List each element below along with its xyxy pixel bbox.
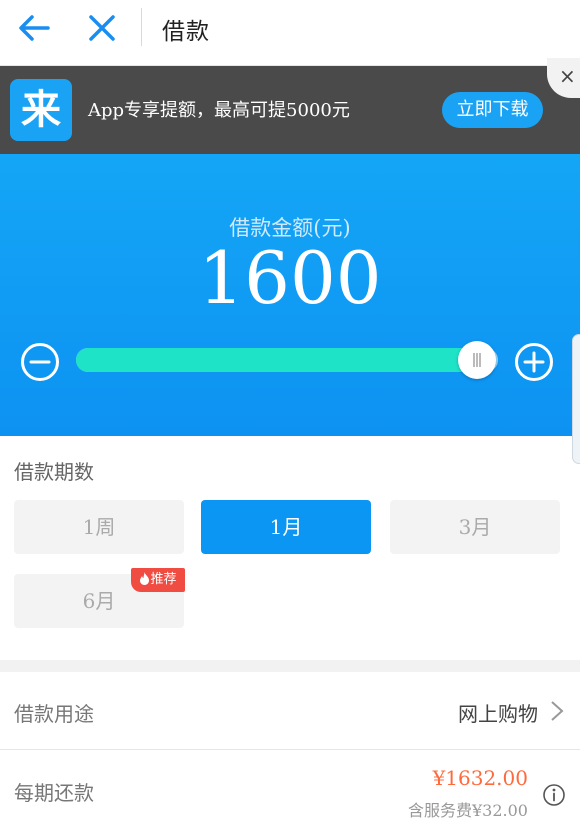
purpose-label: 借款用途 (14, 702, 94, 726)
term-option-1-week[interactable]: 1周 (14, 500, 184, 554)
repayment-label: 每期还款 (14, 781, 94, 805)
repayment-amount: ¥1632.00 (432, 766, 528, 790)
purpose-value: 网上购物 (458, 702, 538, 726)
promo-text: App专享提额，最高可提5000元 (88, 100, 350, 121)
term-option-1-month[interactable]: 1月 (201, 500, 371, 554)
close-icon: × (559, 64, 576, 88)
banner-close-button[interactable]: × (547, 58, 580, 98)
download-button[interactable]: 立即下载 (442, 92, 543, 128)
amount-value: 1600 (198, 236, 382, 320)
page-title: 借款 (162, 19, 210, 45)
plus-circle-icon[interactable] (514, 342, 554, 382)
app-promo-banner: 来 App专享提额，最高可提5000元 立即下载 × (0, 58, 580, 154)
slider-fill (76, 348, 477, 372)
close-icon[interactable] (84, 10, 120, 46)
arrow-left-icon[interactable] (14, 12, 54, 44)
nav-separator (141, 8, 142, 46)
chevron-right-icon (551, 701, 564, 721)
amount-slider[interactable] (76, 341, 498, 379)
app-logo: 来 (10, 79, 72, 141)
slider-handle[interactable] (457, 341, 496, 379)
purpose-row[interactable]: 借款用途 网上购物 (0, 672, 580, 750)
service-fee: 含服务费¥32.00 (408, 801, 528, 820)
term-option-3-months[interactable]: 3月 (390, 500, 560, 554)
top-nav: 借款 (0, 0, 580, 66)
recommend-badge-label: 推荐 (150, 572, 177, 587)
term-title: 借款期数 (14, 460, 94, 484)
info-icon[interactable] (542, 783, 566, 807)
section-divider (0, 660, 580, 672)
side-scroll-handle[interactable] (572, 334, 580, 464)
recommend-badge: 推荐 (131, 568, 185, 592)
minus-circle-icon[interactable] (20, 342, 60, 382)
fire-icon (140, 572, 150, 585)
amount-panel: 借款金额(元) 1600 (0, 154, 580, 464)
